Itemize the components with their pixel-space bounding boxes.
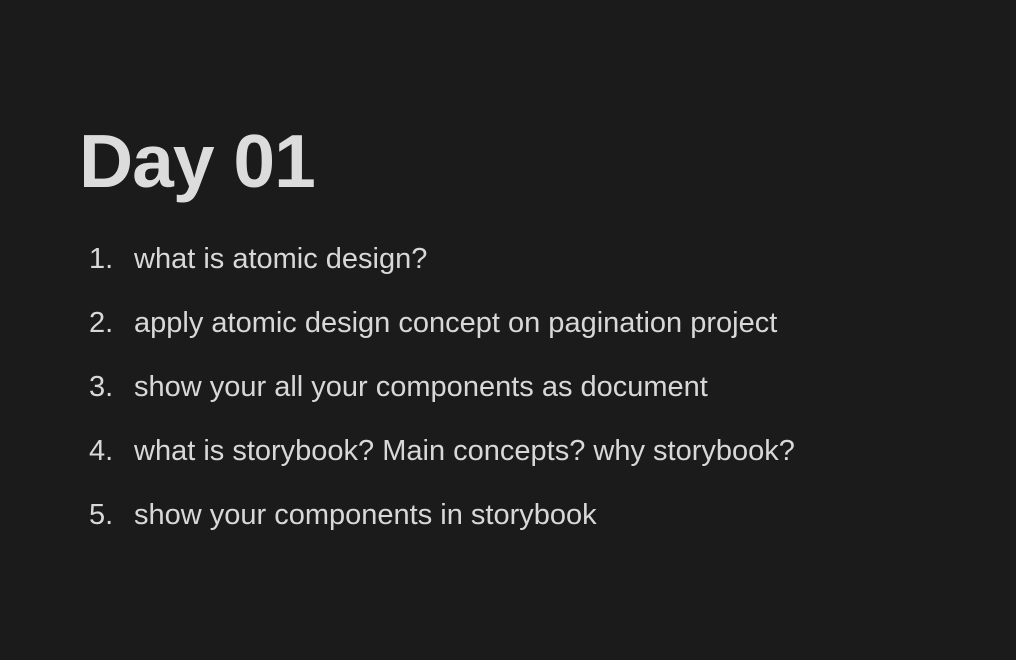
list-item: 2. apply atomic design concept on pagina… bbox=[89, 291, 795, 355]
list-item: 1. what is atomic design? bbox=[89, 227, 795, 291]
list-item-text: what is storybook? Main concepts? why st… bbox=[134, 435, 795, 467]
list-item-number: 2. bbox=[89, 307, 114, 339]
list-item-text: what is atomic design? bbox=[134, 243, 428, 275]
list-item-number: 5. bbox=[89, 499, 114, 531]
list-item-number: 3. bbox=[89, 371, 114, 403]
list-item: 4. what is storybook? Main concepts? why… bbox=[89, 419, 795, 483]
list-item-text: show your components in storybook bbox=[134, 499, 597, 531]
list-item-number: 4. bbox=[89, 435, 114, 467]
document-page: Day 01 1. what is atomic design? 2. appl… bbox=[0, 0, 1016, 660]
list-item: 5. show your components in storybook bbox=[89, 483, 795, 547]
page-title: Day 01 bbox=[79, 119, 316, 203]
list-item-text: apply atomic design concept on paginatio… bbox=[134, 307, 778, 339]
list-item-text: show your all your components as documen… bbox=[134, 371, 708, 403]
list-item: 3. show your all your components as docu… bbox=[89, 355, 795, 419]
numbered-list: 1. what is atomic design? 2. apply atomi… bbox=[89, 227, 795, 547]
list-item-number: 1. bbox=[89, 243, 114, 275]
